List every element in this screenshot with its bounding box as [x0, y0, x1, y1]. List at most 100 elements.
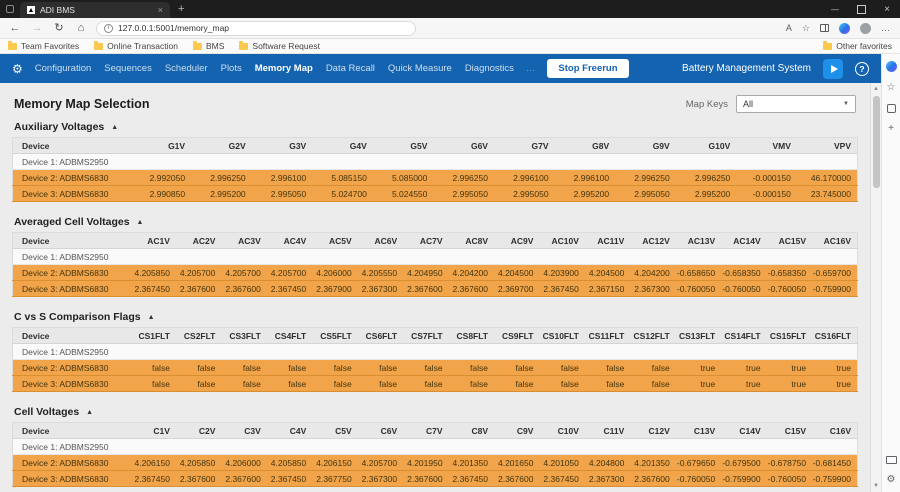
- table-row[interactable]: Device 2: ADBMS68304.2061504.2058504.206…: [13, 455, 858, 471]
- stop-freerun-button[interactable]: Stop Freerun: [547, 59, 628, 78]
- value-cell: [312, 249, 357, 265]
- nav-item-plots[interactable]: Plots: [221, 63, 242, 74]
- scroll-up-icon[interactable]: ▲: [873, 85, 879, 93]
- copilot-icon[interactable]: [839, 23, 850, 34]
- value-cell: [433, 154, 494, 170]
- value-cell: 2.367450: [267, 471, 312, 487]
- value-cell: 5.024550: [373, 186, 434, 202]
- new-tab-button[interactable]: +: [178, 3, 184, 15]
- help-button[interactable]: ?: [855, 62, 869, 76]
- bookmark-label: BMS: [206, 41, 224, 51]
- value-cell: [767, 439, 812, 455]
- bookmark-item[interactable]: BMS: [193, 41, 224, 51]
- nav-item-sequences[interactable]: Sequences: [104, 63, 152, 74]
- profile-avatar[interactable]: [860, 23, 871, 34]
- page-scrollbar[interactable]: ▲ ▼: [870, 83, 881, 492]
- value-cell: 2.995050: [494, 186, 555, 202]
- table-row[interactable]: Device 1: ADBMS2950: [13, 439, 858, 455]
- value-cell: 4.204500: [494, 265, 539, 281]
- back-button[interactable]: ←: [8, 21, 22, 35]
- value-cell: 5.085000: [373, 170, 434, 186]
- column-header: C5V: [312, 423, 357, 439]
- tab-actions-icon[interactable]: [6, 5, 14, 13]
- column-header: AC2V: [176, 233, 221, 249]
- close-button[interactable]: ×: [874, 0, 900, 18]
- table-row[interactable]: Device 3: ADBMS68302.3674502.3676002.367…: [13, 281, 858, 297]
- table-row[interactable]: Device 1: ADBMS2950: [13, 344, 858, 360]
- sidebar-screenshot-icon[interactable]: [886, 456, 897, 464]
- tab-close-icon[interactable]: ×: [158, 5, 163, 15]
- sidebar-star-icon[interactable]: ☆: [887, 83, 896, 93]
- value-cell: [630, 439, 675, 455]
- sidebar-collections-icon[interactable]: [887, 104, 896, 113]
- scrollbar-thumb[interactable]: [873, 96, 880, 188]
- nav-item-diagnostics[interactable]: Diagnostics: [465, 63, 514, 74]
- browser-tab[interactable]: ADI BMS ×: [20, 2, 170, 18]
- value-cell: [676, 249, 721, 265]
- table-row[interactable]: Device 2: ADBMS6830falsefalsefalsefalsef…: [13, 360, 858, 376]
- nav-item-scheduler[interactable]: Scheduler: [165, 63, 208, 74]
- value-cell: false: [221, 360, 266, 376]
- scroll-down-icon[interactable]: ▼: [873, 482, 879, 490]
- other-favorites[interactable]: Other favorites: [823, 41, 892, 51]
- value-cell: 2.367450: [267, 281, 312, 297]
- sidebar-settings-icon[interactable]: ⚙: [887, 475, 896, 485]
- settings-gear-icon[interactable]: ⚙: [12, 63, 23, 75]
- bookmark-item[interactable]: Team Favorites: [8, 41, 79, 51]
- section-toggle[interactable]: Cell Voltages▲: [12, 402, 858, 422]
- minimize-button[interactable]: —: [822, 0, 848, 18]
- value-cell: false: [131, 376, 176, 392]
- value-cell: [403, 344, 448, 360]
- play-button[interactable]: [823, 59, 843, 79]
- column-header: C16V: [812, 423, 857, 439]
- value-cell: [312, 439, 357, 455]
- section-title: Auxiliary Voltages: [14, 121, 104, 133]
- section-toggle[interactable]: C vs S Comparison Flags▲: [12, 307, 858, 327]
- nav-more[interactable]: …: [526, 63, 536, 74]
- table-row[interactable]: Device 1: ADBMS2950: [13, 249, 858, 265]
- column-header: CS8FLT: [449, 328, 494, 344]
- table-row[interactable]: Device 1: ADBMS2950: [13, 154, 858, 170]
- bookmark-item[interactable]: Online Transaction: [94, 41, 178, 51]
- nav-item-quick-measure[interactable]: Quick Measure: [388, 63, 452, 74]
- site-info-icon[interactable]: i: [104, 24, 113, 33]
- section-toggle[interactable]: Averaged Cell Voltages▲: [12, 212, 858, 232]
- bookmark-item[interactable]: Software Request: [239, 41, 320, 51]
- section-toggle[interactable]: Auxiliary Voltages▲: [12, 117, 858, 137]
- maximize-button[interactable]: [848, 0, 874, 18]
- home-button[interactable]: ⌂: [74, 21, 88, 35]
- forward-button[interactable]: →: [30, 21, 44, 35]
- refresh-button[interactable]: ↻: [52, 21, 66, 35]
- value-cell: 2.369700: [494, 281, 539, 297]
- nav-item-data-recall[interactable]: Data Recall: [326, 63, 375, 74]
- split-screen-icon[interactable]: [820, 24, 829, 32]
- nav-item-configuration[interactable]: Configuration: [35, 63, 92, 74]
- map-keys-select[interactable]: All ▼: [736, 95, 856, 113]
- value-cell: [358, 249, 403, 265]
- table-row[interactable]: Device 3: ADBMS68302.9908502.9952002.995…: [13, 186, 858, 202]
- browser-menu-icon[interactable]: …: [881, 23, 890, 33]
- value-cell: 2.995200: [191, 186, 252, 202]
- device-cell: Device 1: ADBMS2950: [13, 439, 131, 455]
- address-bar[interactable]: i 127.0.0.1:5001/memory_map: [96, 21, 416, 36]
- memory-map-table: DeviceAC1VAC2VAC3VAC4VAC5VAC6VAC7VAC8VAC…: [12, 232, 858, 297]
- value-cell: 2.995200: [676, 186, 737, 202]
- collapse-icon: ▲: [148, 314, 155, 321]
- value-cell: 2.996100: [494, 170, 555, 186]
- table-row[interactable]: Device 2: ADBMS68302.9920502.9962502.996…: [13, 170, 858, 186]
- table-row[interactable]: Device 3: ADBMS68302.3674502.3676002.367…: [13, 471, 858, 487]
- value-cell: true: [767, 376, 812, 392]
- value-cell: 2.996100: [252, 170, 313, 186]
- table-row[interactable]: Device 3: ADBMS6830falsefalsefalsefalsef…: [13, 376, 858, 392]
- nav-item-memory-map[interactable]: Memory Map: [255, 63, 313, 74]
- table-row[interactable]: Device 2: ADBMS68304.2058504.2057004.205…: [13, 265, 858, 281]
- favorite-star-icon[interactable]: ☆: [802, 23, 810, 33]
- value-cell: 2.367600: [176, 471, 221, 487]
- column-header: CS4FLT: [267, 328, 312, 344]
- sidebar-add-icon[interactable]: +: [888, 124, 894, 134]
- read-aloud-icon[interactable]: A: [786, 23, 792, 33]
- column-header: AC4V: [267, 233, 312, 249]
- value-cell: -0.681450: [812, 455, 857, 471]
- column-header: G4V: [312, 138, 373, 154]
- sidebar-copilot-icon[interactable]: [886, 61, 897, 72]
